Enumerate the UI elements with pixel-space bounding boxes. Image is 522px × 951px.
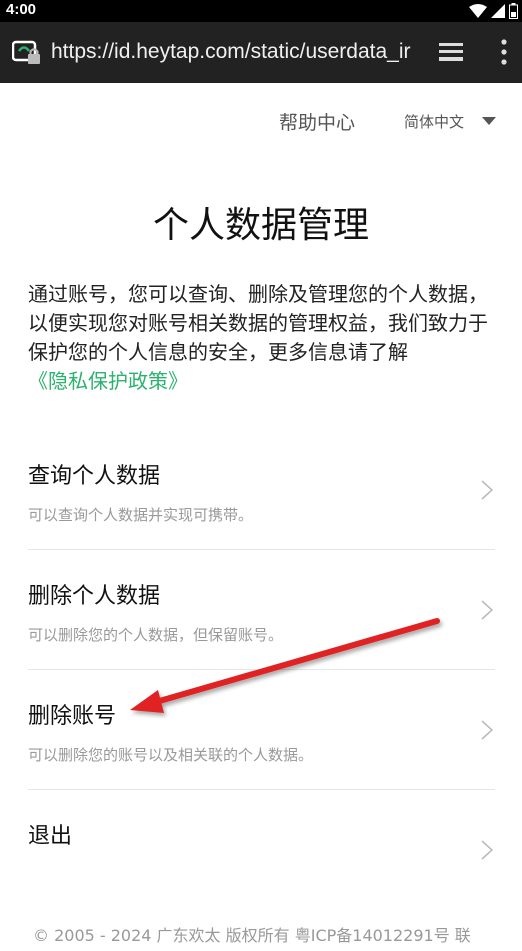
status-bar: 4:00 — [0, 0, 522, 22]
url-field[interactable]: https://id.heytap.com/static/userdata_ir — [51, 40, 417, 64]
delete-personal-data-item[interactable]: 删除个人数据 可以删除您的个人数据，但保留账号。 — [28, 550, 495, 670]
status-icons — [469, 3, 518, 19]
intro-text: 通过账号，您可以查询、删除及管理您的个人数据，以便实现您对账号相关数据的管理权益… — [28, 280, 494, 396]
privacy-policy-link[interactable]: 《隐私保护政策》 — [28, 369, 188, 393]
item-desc: 可以删除您的个人数据，但保留账号。 — [28, 626, 284, 644]
secure-lock-icon[interactable] — [12, 40, 42, 66]
logout-item[interactable]: 退出 — [28, 790, 495, 910]
caret-down-icon[interactable] — [482, 117, 496, 125]
browser-address-bar: https://id.heytap.com/static/userdata_ir — [0, 22, 522, 83]
chevron-right-icon — [481, 840, 493, 860]
item-title: 退出 — [28, 824, 73, 849]
help-center-link[interactable]: 帮助中心 — [279, 108, 355, 135]
item-desc: 可以查询个人数据并实现可携带。 — [28, 506, 254, 524]
top-links: 帮助中心 简体中文 — [0, 108, 522, 138]
footer-copyright: © 2005 - 2024 广东欢太 版权所有 粤ICP备14012291号 联 — [33, 926, 471, 945]
status-time: 4:00 — [6, 1, 37, 18]
item-title: 删除个人数据 — [28, 584, 161, 609]
chevron-right-icon — [481, 720, 493, 740]
tabs-icon[interactable] — [437, 40, 465, 64]
wifi-icon — [469, 4, 487, 18]
page-title: 个人数据管理 — [152, 205, 369, 246]
language-select[interactable]: 简体中文 — [404, 111, 464, 132]
signal-icon — [491, 4, 505, 18]
item-title: 删除账号 — [28, 704, 117, 729]
overflow-menu-icon[interactable] — [499, 38, 509, 66]
intro-body: 通过账号，您可以查询、删除及管理您的个人数据，以便实现您对账号相关数据的管理权益… — [28, 282, 488, 364]
battery-icon — [509, 3, 518, 19]
query-personal-data-item[interactable]: 查询个人数据 可以查询个人数据并实现可携带。 — [28, 430, 495, 550]
chevron-right-icon — [481, 480, 493, 500]
item-desc: 可以删除您的账号以及相关联的个人数据。 — [28, 746, 314, 764]
delete-account-item[interactable]: 删除账号 可以删除您的账号以及相关联的个人数据。 — [28, 670, 495, 790]
data-management-menu: 查询个人数据 可以查询个人数据并实现可携带。 删除个人数据 可以删除您的个人数据… — [28, 430, 495, 910]
chevron-right-icon — [481, 600, 493, 620]
item-title: 查询个人数据 — [28, 464, 161, 489]
